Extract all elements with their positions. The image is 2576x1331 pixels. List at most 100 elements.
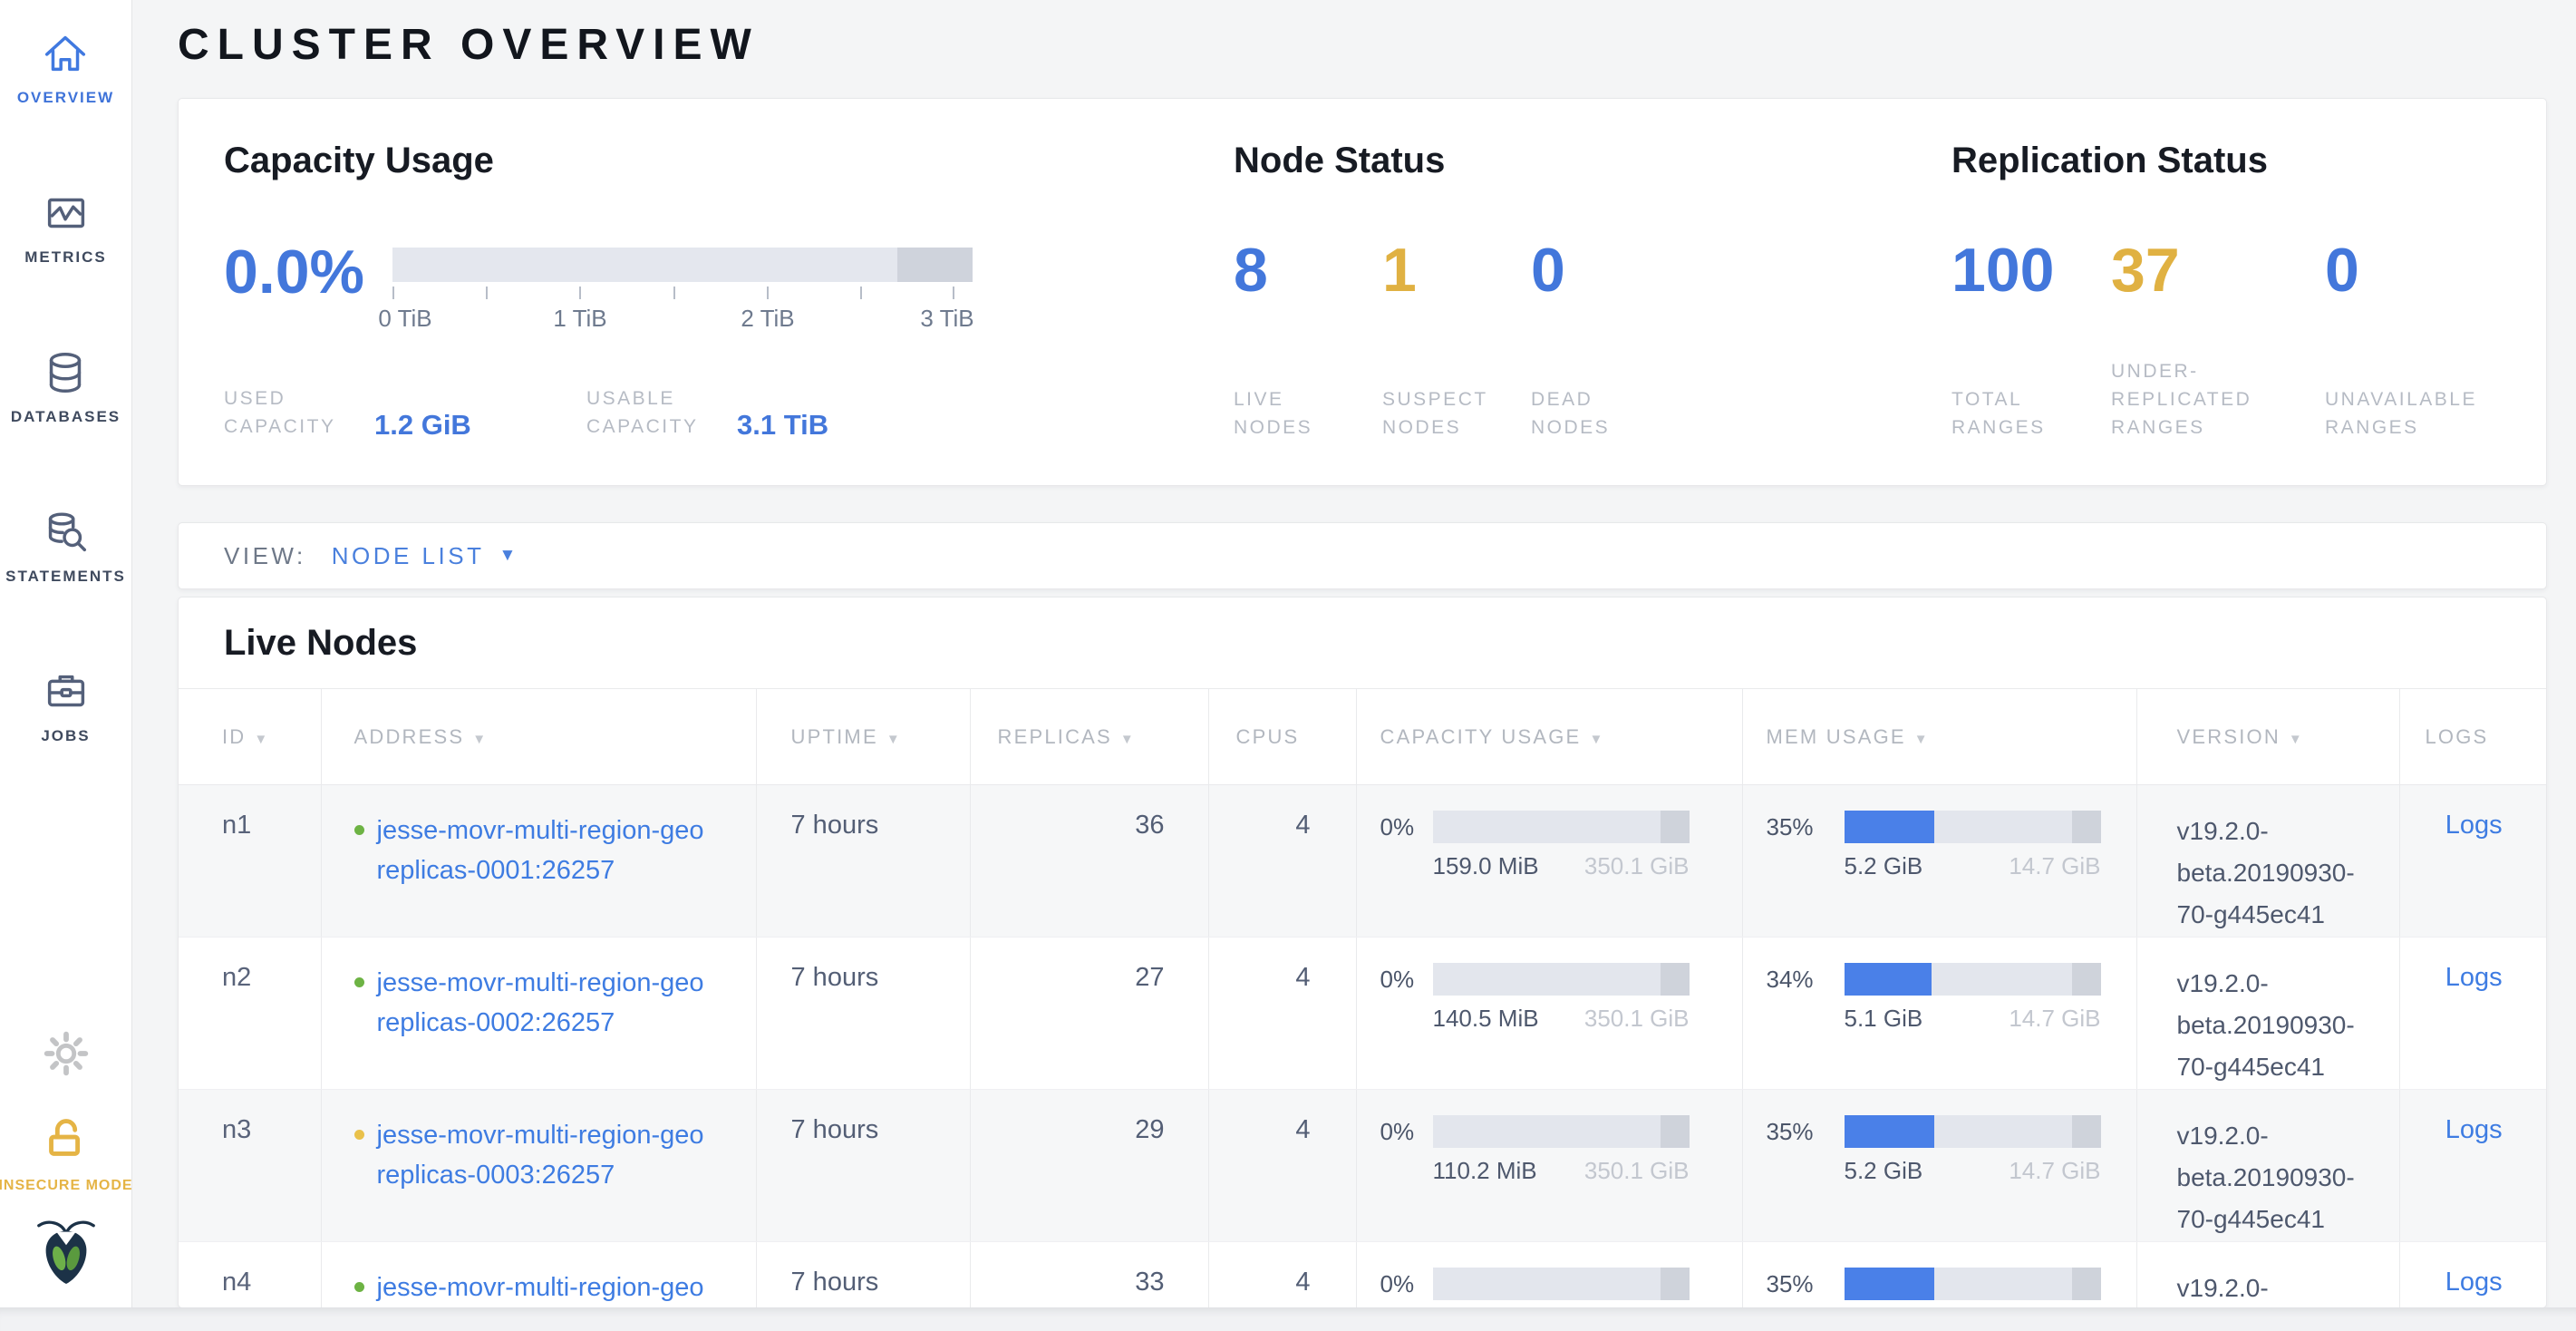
node-address-link[interactable]: jesse-movr-multi-region-geo replicas-000… [377,811,755,890]
statements-icon [39,506,92,559]
usable-capacity-stat: USABLE CAPACITY 3.1 TiB [586,384,828,441]
node-mem-usage: 35% 5.2 GiB14.7 GiB [1742,785,2136,938]
sidebar-item-overview[interactable]: OVERVIEW [17,27,114,107]
main-content: CLUSTER OVERVIEW Capacity Usage 0.0% [132,0,2576,1331]
node-mem-usage: 35% 5.2 GiB14.7 GiB [1742,1090,2136,1242]
sort-caret-icon: ▼ [1120,732,1136,747]
databases-icon [39,346,92,399]
dropdown-caret-icon[interactable]: ▼ [499,546,516,566]
node-address-cell: jesse-movr-multi-region-geo replicas-000… [321,785,756,938]
sidebar-item-label: JOBS [41,727,90,745]
sort-caret-icon: ▼ [2289,732,2304,747]
usable-capacity-label: USABLE CAPACITY [586,384,724,441]
capacity-usage-title: Capacity Usage [224,137,1234,184]
node-status-title: Node Status [1234,137,1951,184]
total-ranges-stat: 100 TOTAL RANGES [1951,246,2111,442]
under-replicated-ranges-stat: 37 UNDER-REPLICATED RANGES [2111,246,2325,442]
node-uptime: 7 hours [756,785,970,938]
sort-caret-icon: ▼ [472,732,488,747]
node-replicas: 33 [970,1242,1208,1309]
table-row-n3: n3 jesse-movr-multi-region-geo replicas-… [179,1090,2547,1242]
view-selected-value[interactable]: NODE LIST [332,542,485,570]
live-nodes-title: Live Nodes [224,619,2546,666]
sort-caret-icon: ▼ [886,732,902,747]
cluster-summary-panel: Capacity Usage 0.0% [178,98,2547,486]
column-header-capacity-usage[interactable]: CAPACITY USAGE▼ [1356,689,1742,785]
dead-nodes-value: 0 [1531,246,1680,295]
logs-link[interactable]: Logs [2445,963,2503,992]
node-id: n4 [179,1242,321,1309]
column-header-logs: LOGS [2399,689,2547,785]
node-address-cell: jesse-movr-multi-region-geo replicas-000… [321,938,756,1090]
capacity-bar: 0 TiB 1 TiB 2 TiB 3 TiB [392,248,973,332]
view-label: VIEW: [224,542,306,570]
sidebar-item-label: OVERVIEW [17,89,114,107]
node-cpus: 4 [1208,938,1356,1090]
axis-tick-label: 0 TiB [378,305,431,333]
live-nodes-panel: Live Nodes ID▼ ADDRESS▼ UPTIME▼ REPLICAS… [178,597,2547,1308]
node-cpus: 4 [1208,785,1356,938]
sort-caret-icon: ▼ [1914,732,1930,747]
unavailable-ranges-stat: 0 UNAVAILABLE RANGES [2325,246,2506,442]
unavailable-ranges-value: 0 [2325,246,2506,295]
column-header-uptime[interactable]: UPTIME▼ [756,689,970,785]
node-id: n1 [179,785,321,938]
node-uptime: 7 hours [756,938,970,1090]
node-logs-cell: Logs [2399,1242,2547,1309]
axis-tick-label: 3 TiB [920,305,973,333]
node-logs-cell: Logs [2399,785,2547,938]
sidebar-item-databases[interactable]: DATABASES [11,346,121,426]
logs-link[interactable]: Logs [2445,1115,2503,1144]
node-address-cell: jesse-movr-multi-region-geo replicas-000… [321,1242,756,1309]
node-address-link[interactable]: jesse-movr-multi-region-geo replicas-000… [377,963,755,1043]
node-replicas: 27 [970,938,1208,1090]
node-mem-usage: 34% 5.1 GiB14.7 GiB [1742,938,2136,1090]
live-nodes-value: 8 [1234,246,1382,295]
usable-capacity-value: 3.1 TiB [737,412,828,441]
used-capacity-label: USED CAPACITY [224,384,362,441]
suspect-nodes-label: SUSPECT NODES [1382,385,1500,442]
under-replicated-ranges-label: UNDER-REPLICATED RANGES [2111,357,2297,442]
column-header-id[interactable]: ID▼ [179,689,321,785]
cluster-overview-page: OVERVIEW METRICS DATABASES [0,0,2576,1331]
node-status-dot [354,1282,364,1292]
sidebar-item-statements[interactable]: STATEMENTS [5,506,126,586]
metrics-icon [40,187,92,239]
used-capacity-value: 1.2 GiB [374,412,471,441]
node-address-cell: jesse-movr-multi-region-geo replicas-000… [321,1090,756,1242]
node-mem-usage: 35% 5.2 GiB14.7 GiB [1742,1242,2136,1309]
sort-caret-icon: ▼ [1589,732,1604,747]
replication-status-title: Replication Status [1951,137,2546,184]
sidebar-item-label: METRICS [24,248,107,267]
table-header-row: ID▼ ADDRESS▼ UPTIME▼ REPLICAS▼ CPUS CAPA… [179,689,2547,785]
column-header-replicas[interactable]: REPLICAS▼ [970,689,1208,785]
column-header-version[interactable]: VERSION▼ [2136,689,2399,785]
node-address-link[interactable]: jesse-movr-multi-region-geo replicas-000… [377,1115,755,1195]
dead-nodes-stat: 0 DEAD NODES [1531,246,1680,442]
sidebar-item-metrics[interactable]: METRICS [24,187,107,267]
sidebar-item-label: DATABASES [11,408,121,426]
column-header-mem-usage[interactable]: MEM USAGE▼ [1742,689,2136,785]
insecure-mode-label: INSECURE MODE [0,1178,133,1194]
node-capacity-usage: 0% 106.9 MiB350.1 GiB [1356,1242,1742,1309]
logs-link[interactable]: Logs [2445,1268,2503,1297]
node-logs-cell: Logs [2399,1090,2547,1242]
column-header-address[interactable]: ADDRESS▼ [321,689,756,785]
node-replicas: 29 [970,1090,1208,1242]
insecure-mode-indicator[interactable]: INSECURE MODE [0,1110,133,1194]
node-address-link[interactable]: jesse-movr-multi-region-geo replicas-000… [377,1268,755,1308]
dead-nodes-label: DEAD NODES [1531,385,1649,442]
sidebar-item-jobs[interactable]: JOBS [40,666,92,745]
node-status-dot [354,1130,364,1140]
gear-icon[interactable] [38,1025,94,1086]
node-version: v19.2.0-beta.20190930-70-g445ec41 [2136,1090,2399,1242]
view-selector-bar[interactable]: VIEW: NODE LIST ▼ [178,522,2547,589]
axis-tick-label: 1 TiB [553,305,606,333]
total-ranges-value: 100 [1951,246,2111,295]
node-id: n2 [179,938,321,1090]
logs-link[interactable]: Logs [2445,811,2503,840]
axis-tick-label: 2 TiB [741,305,794,333]
capacity-percent: 0.0% [224,248,376,332]
live-nodes-stat: 8 LIVE NODES [1234,246,1382,442]
cockroachdb-logo[interactable] [33,1214,100,1295]
